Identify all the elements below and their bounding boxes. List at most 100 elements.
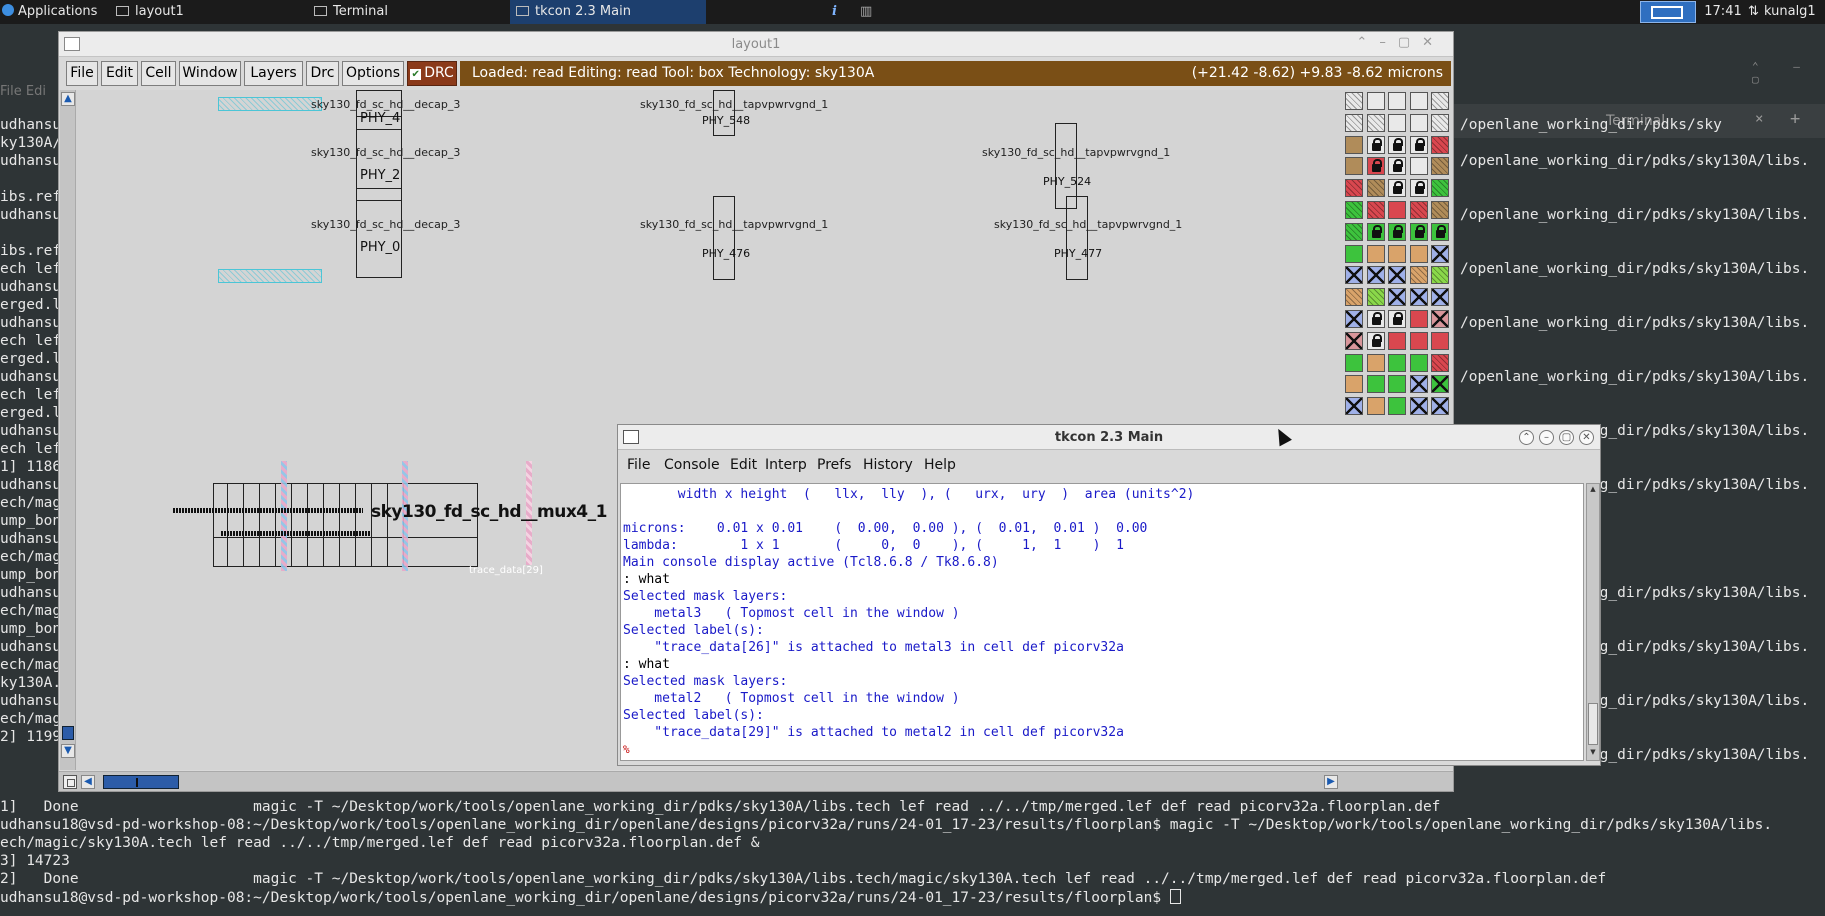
- user-menu[interactable]: kunalg1: [1764, 0, 1825, 24]
- tkcon-menu-prefs[interactable]: Prefs: [817, 457, 851, 473]
- close-icon[interactable]: ✕: [1579, 430, 1594, 445]
- menu-layers[interactable]: Layers: [244, 61, 303, 86]
- layer-swatch[interactable]: [1409, 397, 1428, 416]
- layer-swatch[interactable]: [1431, 397, 1449, 416]
- layer-swatch[interactable]: [1431, 179, 1449, 198]
- layer-swatch[interactable]: [1409, 179, 1428, 198]
- layer-swatch[interactable]: [1345, 113, 1363, 132]
- layer-swatch[interactable]: [1366, 397, 1385, 416]
- layer-swatch[interactable]: [1409, 375, 1428, 394]
- taskbar-window-terminal[interactable]: Terminal: [310, 0, 500, 24]
- layer-swatch[interactable]: [1409, 92, 1428, 110]
- tkcon-window[interactable]: tkcon 2.3 Main ⌃ – ▢ ✕ File Console Edit In…: [617, 424, 1601, 766]
- tkcon-menu-console[interactable]: Console: [664, 457, 720, 473]
- zoom-box-icon[interactable]: [63, 775, 77, 789]
- layer-swatch[interactable]: [1409, 157, 1428, 176]
- layer-swatch[interactable]: [1409, 331, 1428, 350]
- layer-swatch[interactable]: [1431, 331, 1449, 350]
- menu-edit[interactable]: Edit: [101, 61, 138, 86]
- close-icon[interactable]: ×: [1755, 111, 1763, 127]
- layer-swatch[interactable]: [1388, 288, 1406, 307]
- layout-window-controls[interactable]: ⌃–▢✕: [1356, 35, 1445, 50]
- layer-swatch[interactable]: [1345, 288, 1363, 307]
- layer-swatch[interactable]: [1431, 244, 1449, 263]
- menu-options[interactable]: Options: [342, 61, 404, 86]
- layer-swatch[interactable]: [1431, 310, 1449, 328]
- tap-cell[interactable]: [713, 90, 735, 136]
- layer-swatch[interactable]: [1431, 157, 1449, 176]
- taskbar-window-layout1[interactable]: layout1: [112, 0, 302, 24]
- tkcon-menu-history[interactable]: History: [863, 457, 913, 473]
- layer-swatch[interactable]: [1388, 375, 1406, 394]
- scrollbar-thumb[interactable]: [62, 726, 74, 740]
- tkcon-menu-interp[interactable]: Interp: [765, 457, 807, 473]
- scroll-down-icon[interactable]: ▼: [61, 744, 75, 758]
- layer-swatch[interactable]: [1366, 222, 1385, 241]
- layer-swatch[interactable]: [1409, 201, 1428, 219]
- layer-swatch[interactable]: [1409, 135, 1428, 154]
- layer-swatch[interactable]: [1388, 353, 1406, 372]
- layer-swatch[interactable]: [1366, 201, 1385, 219]
- fill-region[interactable]: [218, 269, 322, 283]
- layer-swatch[interactable]: [1366, 244, 1385, 263]
- layer-swatch[interactable]: [1366, 113, 1385, 132]
- scroll-up-icon[interactable]: ▲: [61, 92, 75, 106]
- menu-drc[interactable]: Drc: [306, 61, 339, 86]
- layer-swatch[interactable]: [1345, 375, 1363, 394]
- layer-swatch[interactable]: [1345, 331, 1363, 350]
- layer-swatch[interactable]: [1388, 113, 1406, 132]
- layer-swatch[interactable]: [1388, 331, 1406, 350]
- terminal-prompt-line[interactable]: udhansu18@vsd-pd-workshop-08:~/Desktop/w…: [0, 889, 1181, 906]
- horizontal-scrollbar[interactable]: ◀ ▶: [59, 771, 1453, 791]
- tkcon-titlebar[interactable]: tkcon 2.3 Main ⌃ – ▢ ✕: [618, 425, 1600, 450]
- layer-swatch[interactable]: [1366, 179, 1385, 198]
- tap-cell[interactable]: [713, 196, 735, 280]
- layer-swatch[interactable]: [1345, 179, 1363, 198]
- layer-swatch[interactable]: [1388, 244, 1406, 263]
- layer-swatch[interactable]: [1388, 135, 1406, 154]
- tkcon-menu-help[interactable]: Help: [924, 457, 956, 473]
- layout-titlebar[interactable]: layout1 ⌃–▢✕: [59, 32, 1453, 57]
- layer-swatch[interactable]: [1409, 113, 1428, 132]
- add-tab-icon[interactable]: +: [1790, 109, 1800, 129]
- layer-swatch[interactable]: [1388, 157, 1406, 176]
- minimize-icon[interactable]: –: [1539, 430, 1554, 445]
- layer-swatch[interactable]: [1409, 353, 1428, 372]
- shade-icon[interactable]: ⌃: [1519, 430, 1534, 445]
- scrollbar-thumb[interactable]: [103, 775, 179, 789]
- layer-swatch[interactable]: [1431, 288, 1449, 307]
- layer-swatch[interactable]: [1366, 375, 1385, 394]
- layer-swatch[interactable]: [1345, 92, 1363, 110]
- layer-swatch[interactable]: [1388, 266, 1406, 285]
- layer-swatch[interactable]: [1345, 397, 1363, 416]
- layer-swatch[interactable]: [1388, 310, 1406, 328]
- layer-swatch[interactable]: [1366, 310, 1385, 328]
- clock[interactable]: 17:41: [1700, 0, 1746, 24]
- workspace-switcher[interactable]: [1640, 1, 1696, 23]
- layer-swatch[interactable]: [1345, 157, 1363, 176]
- layer-swatch[interactable]: [1409, 310, 1428, 328]
- network-icon[interactable]: ⇅: [1748, 0, 1762, 24]
- layer-swatch[interactable]: [1345, 244, 1363, 263]
- layer-swatch[interactable]: [1388, 222, 1406, 241]
- layer-swatch[interactable]: [1345, 310, 1363, 328]
- tkcon-console-output[interactable]: width x height ( llx, lly ), ( urx, ury …: [620, 483, 1584, 761]
- layer-swatch[interactable]: [1431, 135, 1449, 154]
- layer-swatch[interactable]: [1431, 375, 1449, 394]
- layer-swatch[interactable]: [1366, 92, 1385, 110]
- scroll-right-icon[interactable]: ▶: [1324, 775, 1338, 789]
- applications-menu[interactable]: Applications: [0, 0, 108, 24]
- console-prompt-cursor[interactable]: %: [623, 743, 630, 756]
- layer-swatch[interactable]: [1388, 179, 1406, 198]
- layer-swatch[interactable]: [1388, 92, 1406, 110]
- notes-icon[interactable]: ▥: [860, 0, 874, 24]
- info-icon[interactable]: i: [832, 0, 852, 24]
- taskbar-window-tkcon[interactable]: tkcon 2.3 Main: [510, 0, 706, 24]
- tkcon-menu-edit[interactable]: Edit: [730, 457, 757, 473]
- layer-swatch[interactable]: [1431, 113, 1449, 132]
- layer-swatch[interactable]: [1345, 201, 1363, 219]
- layer-palette[interactable]: [1342, 90, 1452, 420]
- fill-region[interactable]: [218, 97, 322, 111]
- layer-swatch[interactable]: [1366, 331, 1385, 350]
- layer-swatch[interactable]: [1345, 135, 1363, 154]
